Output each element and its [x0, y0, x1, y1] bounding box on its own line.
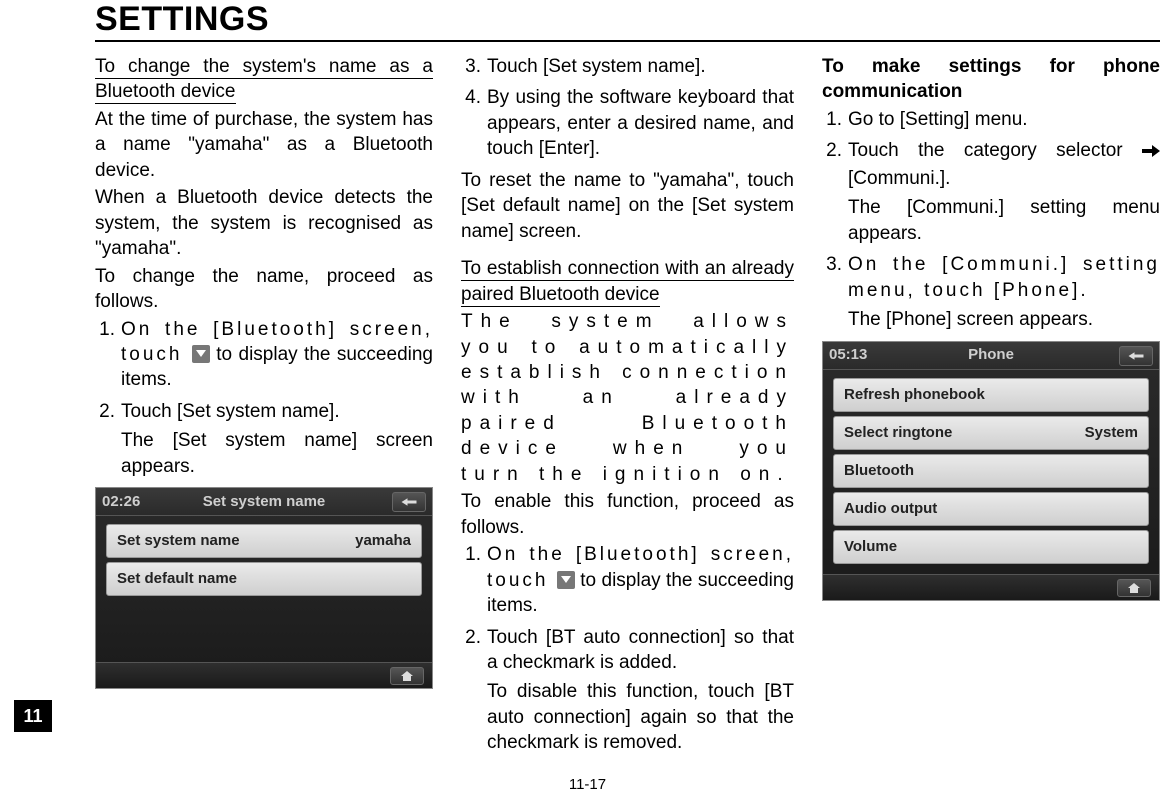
list-number: 2.: [461, 625, 487, 756]
down-arrow-icon: [192, 345, 210, 363]
row-label: Select ringtone: [844, 423, 952, 443]
back-icon: [400, 496, 418, 508]
list-subtext: The [Set system name] screen appears.: [121, 428, 433, 479]
list-text: [Communi.].: [848, 168, 950, 189]
screen-title: Set system name: [96, 492, 432, 512]
list-number: 2.: [95, 399, 121, 479]
row-label: Refresh phonebook: [844, 385, 985, 405]
menu-row[interactable]: Select ringtone System: [833, 416, 1149, 450]
row-label: Bluetooth: [844, 461, 914, 481]
row-label: Audio output: [844, 499, 937, 519]
back-button[interactable]: [1119, 346, 1153, 366]
menu-row[interactable]: Volume: [833, 530, 1149, 564]
chapter-tab: 11: [14, 700, 52, 732]
list-number: 2.: [822, 138, 848, 246]
list-number: 4.: [461, 85, 487, 161]
list-subtext: To disable this function, touch [BT auto…: [487, 679, 794, 755]
paragraph: To reset the name to "yamaha", touch [Se…: [461, 168, 794, 244]
subheading-establish-connection: To establish connection with an already …: [461, 258, 794, 306]
list-number: 1.: [95, 317, 121, 393]
menu-row-set-default-name[interactable]: Set default name: [106, 562, 422, 596]
list-item: 4. By using the software keyboard that a…: [461, 85, 794, 161]
list-text: Touch the category selector: [848, 140, 1142, 161]
list-item: 2. Touch [Set system name]. The [Set sys…: [95, 399, 433, 479]
row-label: Volume: [844, 537, 897, 557]
down-arrow-icon: [557, 571, 575, 589]
subheading-phone-communication: To make settings for phone communication: [822, 54, 1160, 105]
list-number: 3.: [461, 54, 487, 79]
row-label: Set system name: [117, 531, 240, 551]
menu-row-set-system-name[interactable]: Set system name yamaha: [106, 524, 422, 558]
list-text: Touch [BT auto connection] so that a che…: [487, 627, 794, 673]
list-text: On the [Communi.] setting menu, touch [P…: [848, 254, 1160, 300]
list-subtext: The [Phone] screen appears.: [848, 307, 1160, 332]
column-3: To make settings for phone communication…: [822, 54, 1160, 762]
subheading-change-name: To change the system's name as a Bluetoo…: [95, 56, 433, 104]
list-item: 1. On the [Bluetooth] screen, touch to d…: [461, 542, 794, 618]
home-icon: [400, 670, 414, 682]
paragraph: When a Bluetooth device detects the syst…: [95, 185, 433, 261]
page-number: 11-17: [0, 776, 1175, 793]
column-2: 3. Touch [Set system name]. 4. By using …: [461, 54, 794, 762]
page-title: SETTINGS: [95, 0, 269, 39]
screenshot-phone: 05:13 Phone Refresh phonebook Select rin…: [822, 341, 1160, 601]
screenshot-set-system-name: 02:26 Set system name Set system name ya…: [95, 487, 433, 689]
back-button[interactable]: [392, 492, 426, 512]
list-item: 2. Touch [BT auto connection] so that a …: [461, 625, 794, 756]
screen-title: Phone: [823, 345, 1159, 365]
back-icon: [1127, 350, 1145, 362]
list-number: 1.: [822, 107, 848, 132]
list-text: Touch [Set system name].: [487, 54, 794, 79]
list-text: By using the software keyboard that appe…: [487, 85, 794, 161]
home-button[interactable]: [1117, 579, 1151, 597]
home-button[interactable]: [390, 667, 424, 685]
title-rule: [95, 40, 1160, 42]
column-1: To change the system's name as a Bluetoo…: [95, 54, 433, 762]
list-text: Touch [Set system name].: [121, 401, 340, 422]
list-subtext: The [Communi.] setting menu appears.: [848, 195, 1160, 246]
row-value: System: [1085, 423, 1138, 443]
list-item: 1. Go to [Setting] menu.: [822, 107, 1160, 132]
home-icon: [1127, 582, 1141, 594]
list-number: 3.: [822, 252, 848, 332]
list-item: 3. Touch [Set system name].: [461, 54, 794, 79]
menu-row[interactable]: Audio output: [833, 492, 1149, 526]
list-item: 2. Touch the category selector [Communi.…: [822, 138, 1160, 246]
list-item: 1. On the [Bluetooth] screen, touch to d…: [95, 317, 433, 393]
list-text: Go to [Setting] menu.: [848, 107, 1160, 132]
paragraph: At the time of purchase, the system has …: [95, 107, 433, 183]
row-value: yamaha: [355, 531, 411, 551]
paragraph: To enable this function, proceed as foll…: [461, 489, 794, 540]
row-label: Set default name: [117, 569, 237, 589]
menu-row[interactable]: Refresh phonebook: [833, 378, 1149, 412]
menu-row[interactable]: Bluetooth: [833, 454, 1149, 488]
list-item: 3. On the [Communi.] setting menu, touch…: [822, 252, 1160, 332]
paragraph: To change the name, proceed as follows.: [95, 264, 433, 315]
right-arrow-icon: [1142, 140, 1160, 165]
list-number: 1.: [461, 542, 487, 618]
paragraph: The system allows you to automatically e…: [461, 311, 794, 485]
